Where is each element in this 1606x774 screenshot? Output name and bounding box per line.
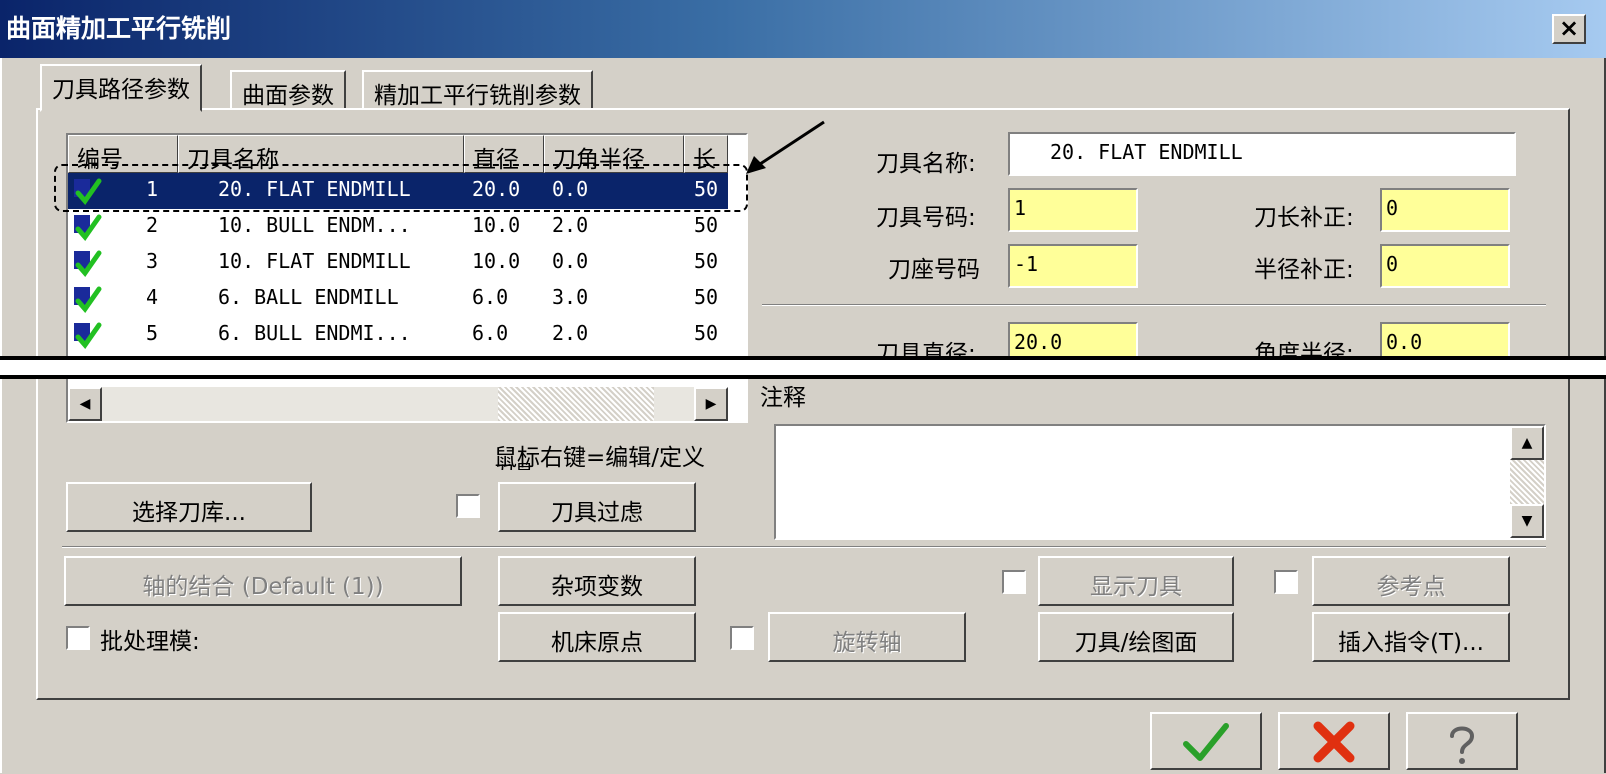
cancel-x-icon [1313, 721, 1355, 763]
tool-check-icon [74, 214, 102, 242]
tool-name-label: 刀具名称: [876, 151, 976, 177]
title-bar [0, 0, 1606, 58]
show-tool-checkbox[interactable] [1002, 570, 1026, 594]
ref-point-button[interactable]: 参考点 [1312, 556, 1510, 606]
tool-number-field[interactable]: 1 [1008, 188, 1138, 232]
close-button[interactable]: × [1552, 14, 1586, 44]
tool-row[interactable]: 4 6. BALL ENDMILL 6.0 3.0 50 [68, 281, 728, 317]
ref-point-checkbox[interactable] [1274, 570, 1298, 594]
tool-cell-dia: 10.0 [472, 213, 521, 237]
length-offset-field[interactable]: 0 [1380, 188, 1510, 232]
pointer-arrow-icon [746, 120, 825, 174]
divider [62, 546, 1546, 548]
tool-check-icon [74, 250, 102, 278]
holder-number-field[interactable]: -1 [1008, 244, 1138, 288]
scroll-down-button[interactable]: ▼ [1510, 504, 1544, 538]
holder-number-label: 刀座号码 [888, 257, 980, 283]
tool-cell-num: 5 [146, 321, 159, 345]
horizontal-scrollbar[interactable]: ◀ ▶ [68, 387, 728, 421]
tool-cell-name: 10. FLAT ENDMILL [218, 249, 411, 273]
ok-button[interactable] [1150, 712, 1262, 770]
tool-cell-len: 50 [694, 285, 719, 309]
selection-highlight-box [54, 164, 748, 212]
tab-toolpath-params[interactable]: 刀具路径参数 [40, 64, 202, 112]
right-click-hint-overflow: 刀具 [494, 456, 534, 470]
batch-mode-checkbox[interactable] [66, 626, 90, 650]
tool-cell-rad: 0.0 [552, 249, 589, 273]
tool-plane-button[interactable]: 刀具/绘图面 [1038, 612, 1234, 662]
tool-cell-rad: 2.0 [552, 321, 589, 345]
radius-offset-field[interactable]: 0 [1380, 244, 1510, 288]
window-title: 曲面精加工平行铣削 [6, 14, 232, 43]
tool-check-icon [74, 322, 102, 350]
checkmark-icon [1183, 723, 1229, 761]
rotary-axis-checkbox[interactable] [730, 626, 754, 650]
tool-cell-num: 2 [146, 213, 159, 237]
scroll-track[interactable] [498, 387, 654, 421]
tool-cell-rad: 2.0 [552, 213, 589, 237]
machine-origin-button[interactable]: 机床原点 [498, 612, 696, 662]
tool-cell-dia: 10.0 [472, 249, 521, 273]
tool-filter-button[interactable]: 刀具过虑 [498, 482, 696, 532]
select-library-button[interactable]: 选择刀库... [66, 482, 312, 532]
tool-name-field[interactable]: 20. FLAT ENDMILL [1008, 132, 1516, 176]
comment-textarea[interactable]: ▲ ▼ [774, 424, 1546, 540]
length-offset-label: 刀长补正: [1254, 205, 1354, 231]
scroll-up-button[interactable]: ▲ [1510, 426, 1544, 460]
show-tool-button[interactable]: 显示刀具 [1038, 556, 1234, 606]
tool-number-label: 刀具号码: [876, 205, 976, 231]
radius-offset-label: 半径补正: [1254, 257, 1354, 283]
insert-command-button[interactable]: 插入指令(T)... [1312, 612, 1510, 662]
tool-cell-name: 6. BULL ENDMI... [218, 321, 411, 345]
tool-cell-dia: 6.0 [472, 321, 509, 345]
tool-cell-name: 6. BALL ENDMILL [218, 285, 399, 309]
help-button[interactable] [1406, 712, 1518, 770]
tool-check-icon [74, 286, 102, 314]
rotary-axis-button[interactable]: 旋转轴 [768, 612, 966, 662]
tool-cell-len: 50 [694, 249, 719, 273]
tool-cell-num: 3 [146, 249, 159, 273]
tool-cell-num: 4 [146, 285, 159, 309]
tool-row[interactable]: 3 10. FLAT ENDMILL 10.0 0.0 50 [68, 245, 728, 281]
tab-surface-params[interactable]: 曲面参数 [230, 70, 346, 110]
tool-row[interactable]: 2 10. BULL ENDM... 10.0 2.0 50 [68, 209, 728, 245]
tool-cell-len: 50 [694, 321, 719, 345]
tool-cell-dia: 6.0 [472, 285, 509, 309]
tab-finish-parallel-params[interactable]: 精加工平行铣削参数 [362, 70, 593, 110]
tool-row[interactable]: 5 6. BULL ENDMI... 6.0 2.0 50 [68, 317, 728, 353]
comment-label: 注释 [760, 385, 806, 411]
comment-scrollbar[interactable]: ▲ ▼ [1510, 426, 1544, 538]
scroll-right-button[interactable]: ▶ [694, 387, 728, 421]
misc-values-button[interactable]: 杂项变数 [498, 556, 696, 606]
divider [762, 304, 1546, 306]
break-line-top [0, 356, 1606, 360]
help-question-icon [1450, 726, 1475, 764]
batch-mode-label: 批处理模: [100, 629, 200, 655]
tool-cell-rad: 3.0 [552, 285, 589, 309]
cancel-button[interactable] [1278, 712, 1390, 770]
tool-cell-name: 10. BULL ENDM... [218, 213, 411, 237]
tool-cell-len: 50 [694, 213, 719, 237]
scroll-left-button[interactable]: ◀ [68, 387, 102, 421]
axis-combination-button[interactable]: 轴的结合 (Default (1)) [64, 556, 462, 606]
tool-filter-checkbox[interactable] [456, 494, 480, 518]
